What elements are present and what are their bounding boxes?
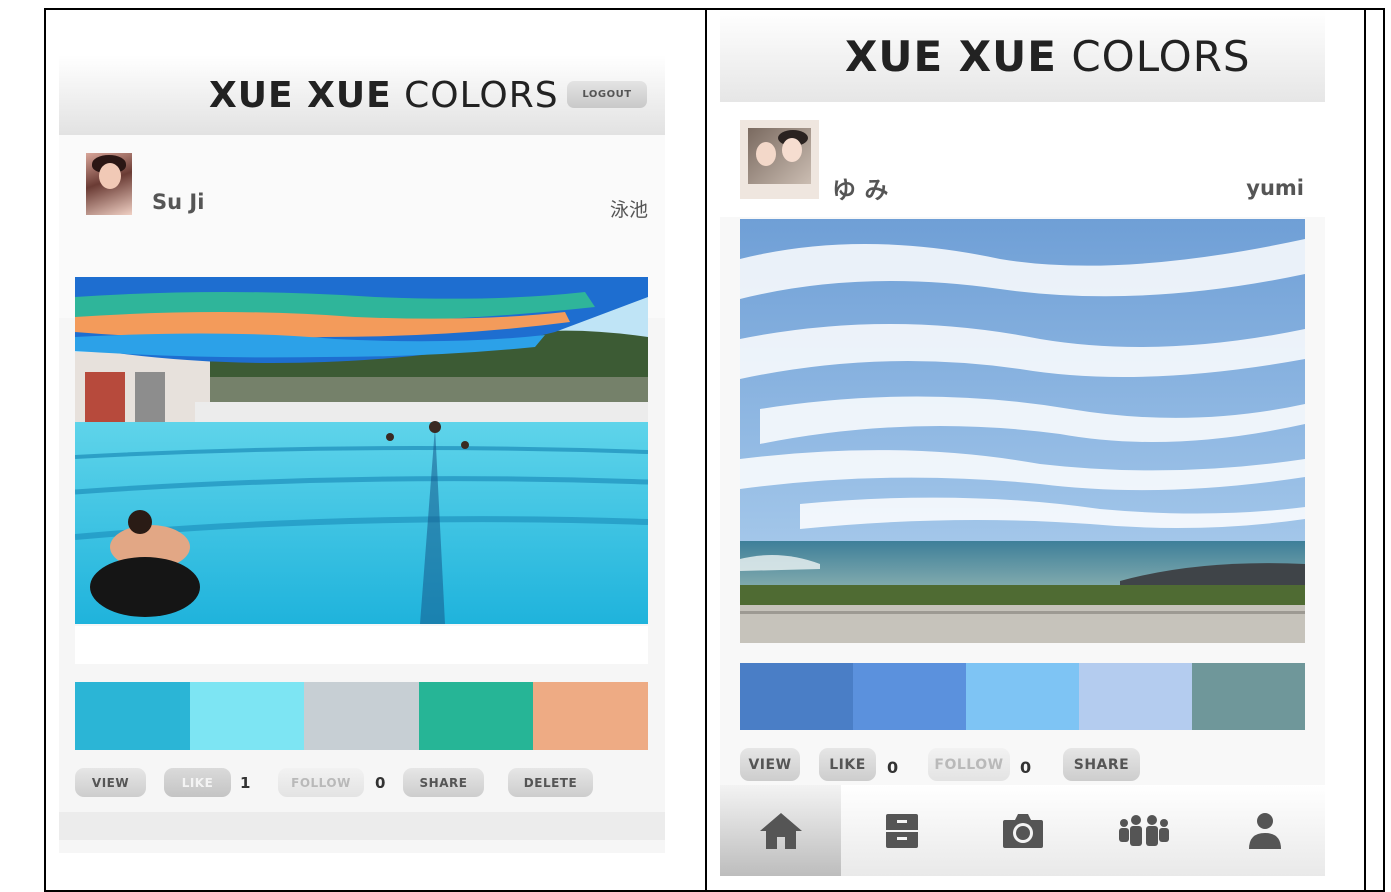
color-palette[interactable] [740,663,1305,730]
app-logo: XUE XUE COLORS [209,75,559,116]
nav-profile[interactable] [1204,785,1325,876]
username[interactable]: yumi [1246,176,1304,200]
logo-bold: XUE XUE [209,75,392,116]
post-header: ゆ み yumi [720,102,1325,217]
avatar[interactable] [740,120,819,199]
share-button[interactable]: SHARE [403,768,484,797]
nav-home[interactable] [720,785,841,876]
profile-icon [1248,812,1281,849]
nav-group[interactable] [1083,785,1204,876]
color-swatch[interactable] [418,682,534,750]
app-header: XUE XUE COLORS LOGOUT [59,55,665,135]
follow-count: 0 [375,774,386,792]
group-icon [1118,814,1169,846]
follow-button[interactable]: FOLLOW [928,748,1010,781]
color-swatch[interactable] [75,682,190,750]
nav-camera[interactable] [962,785,1083,876]
display-name[interactable]: ゆ み [832,170,888,205]
post-photo[interactable] [740,219,1305,643]
footer-strip [59,812,665,840]
like-button[interactable]: LIKE [819,748,876,781]
post-photo[interactable] [75,277,648,624]
color-swatch[interactable] [853,663,966,730]
share-button[interactable]: SHARE [1063,748,1140,781]
logout-button[interactable]: LOGOUT [567,81,647,108]
view-button[interactable]: VIEW [740,748,800,781]
avatar[interactable] [86,153,132,215]
color-swatch[interactable] [1192,663,1305,730]
delete-button[interactable]: DELETE [508,768,593,797]
table-divider [705,8,707,892]
app-header: XUE XUE COLORS [720,10,1325,102]
caption-area [75,626,648,664]
color-swatch[interactable] [740,663,853,730]
right-app-screen: XUE XUE COLORS ゆ み yumi VIEW LIKE 0 FOLL… [720,10,1325,876]
color-swatch[interactable] [1079,663,1192,730]
color-swatch[interactable] [966,663,1079,730]
app-logo: XUE XUE COLORS [845,32,1251,81]
view-button[interactable]: VIEW [75,768,146,797]
nav-archive[interactable] [841,785,962,876]
like-button[interactable]: LIKE [164,768,231,797]
follow-button[interactable]: FOLLOW [278,768,364,797]
logo-light: COLORS [404,75,559,116]
logo-light: COLORS [1071,32,1251,81]
color-swatch[interactable] [304,682,419,750]
table-divider-right [1364,8,1366,892]
user-name[interactable]: Su Ji [152,190,204,214]
left-app-screen: XUE XUE COLORS LOGOUT Su Ji 泳池 VIEW LIKE… [59,55,665,853]
like-count: 0 [887,758,899,777]
color-swatch[interactable] [533,682,648,750]
like-count: 1 [240,774,251,792]
follow-count: 0 [1020,758,1032,777]
camera-icon [1002,813,1043,848]
location-label: 泳池 [609,199,648,221]
home-icon [759,812,802,849]
bottom-nav [720,785,1325,876]
archive-icon [885,813,918,848]
logo-bold: XUE XUE [845,32,1057,81]
color-swatch[interactable] [189,682,305,750]
color-palette[interactable] [75,682,648,750]
